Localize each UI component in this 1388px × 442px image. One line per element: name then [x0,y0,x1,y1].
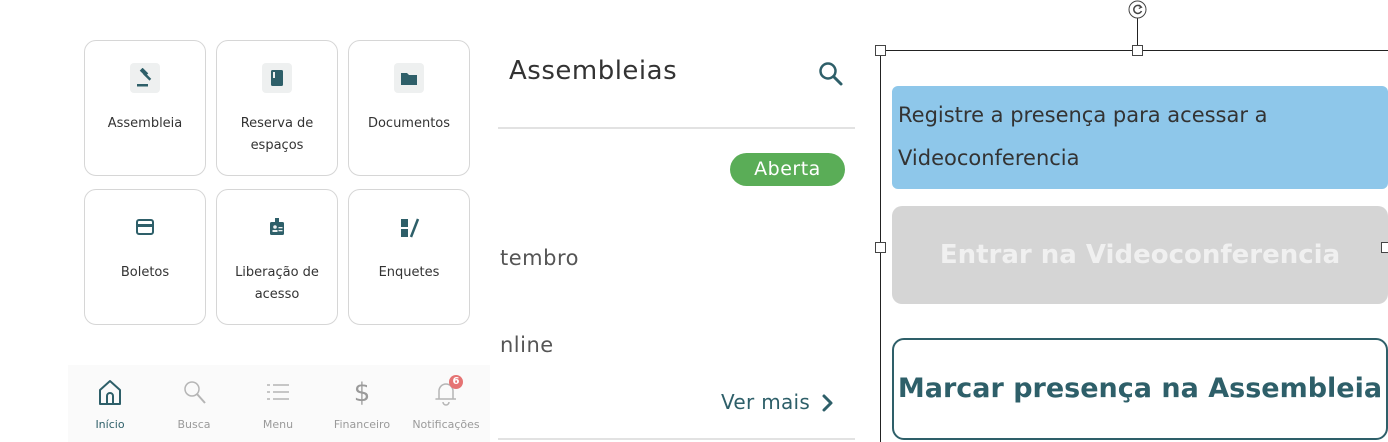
page-title: Assembleias [509,56,678,86]
nav-busca[interactable]: Busca [152,365,236,442]
tile-documentos[interactable]: Documentos [348,40,470,176]
nav-label: Busca [177,418,211,431]
resize-handle-top-center[interactable] [1132,45,1143,56]
home-panel: Assembleia Reserva de espaços Documentos… [0,0,490,442]
chevron-right-icon [822,394,833,412]
nav-label: Notificações [412,418,480,431]
folder-icon [394,63,424,93]
assembly-date: tembro [500,246,579,270]
see-more-link[interactable]: Ver mais [721,390,833,414]
menu-icon [267,384,289,400]
tile-boletos[interactable]: Boletos [84,189,206,325]
info-line-2: Videoconferencia [898,146,1080,170]
tile-label: Documentos [367,116,451,131]
tile-assembleia[interactable]: Assembleia [84,40,206,176]
resize-handle-top-left[interactable] [875,45,886,56]
tile-enquetes[interactable]: Enquetes [348,189,470,325]
credit-card-icon [130,212,160,242]
info-line-1: Registre a presença para acessar a [898,103,1268,127]
tile-liberacao-de-acesso[interactable]: Liberação de acesso [216,189,338,325]
resize-handle-middle-right[interactable] [1381,242,1388,253]
search-icon [184,381,206,404]
poll-icon [394,212,424,242]
nav-financeiro[interactable]: $ Financeiro [320,365,404,442]
nav-label: Financeiro [333,418,391,431]
assembleias-panel: Assembleias Aberta tembro nline Ver mais [490,0,865,442]
tile-label: Enquetes [378,265,440,280]
bottom-nav: Início Busca Menu $ Financeiro 6 Notific… [68,365,490,442]
tile-label: Boletos [120,265,170,280]
nav-notificacoes[interactable]: 6 Notificações [404,365,488,442]
rotate-icon[interactable] [1127,0,1148,19]
home-icon [99,380,121,405]
nav-inicio[interactable]: Início [68,365,152,442]
gavel-icon [130,63,160,93]
video-panel: Registre a presença para acessar a Video… [865,0,1388,442]
svg-text:$: $ [354,378,371,407]
book-icon [262,63,292,93]
assembly-mode: nline [500,333,554,357]
search-icon[interactable] [817,60,845,88]
see-more-label: Ver mais [721,390,811,414]
enter-videoconference-button[interactable]: Entrar na Videoconferencia [892,206,1388,304]
divider [498,127,855,129]
presence-info-box: Registre a presença para acessar a Video… [892,86,1388,189]
tile-reserva-de-espacos[interactable]: Reserva de espaços [216,40,338,176]
nav-label: Menu [262,418,294,431]
dollar-icon: $ [354,378,371,407]
tile-label: Liberação de acesso [235,265,319,302]
tile-label: Assembleia [107,116,183,131]
nav-menu[interactable]: Menu [236,365,320,442]
nav-label: Início [95,418,125,431]
resize-handle-middle-left[interactable] [875,242,886,253]
mark-presence-button[interactable]: Marcar presença na Assembleia [892,338,1388,440]
id-badge-icon [262,212,292,242]
divider [498,438,855,440]
notification-badge: 6 [449,375,463,389]
tile-label: Reserva de espaços [240,116,314,153]
status-badge: Aberta [730,153,845,186]
